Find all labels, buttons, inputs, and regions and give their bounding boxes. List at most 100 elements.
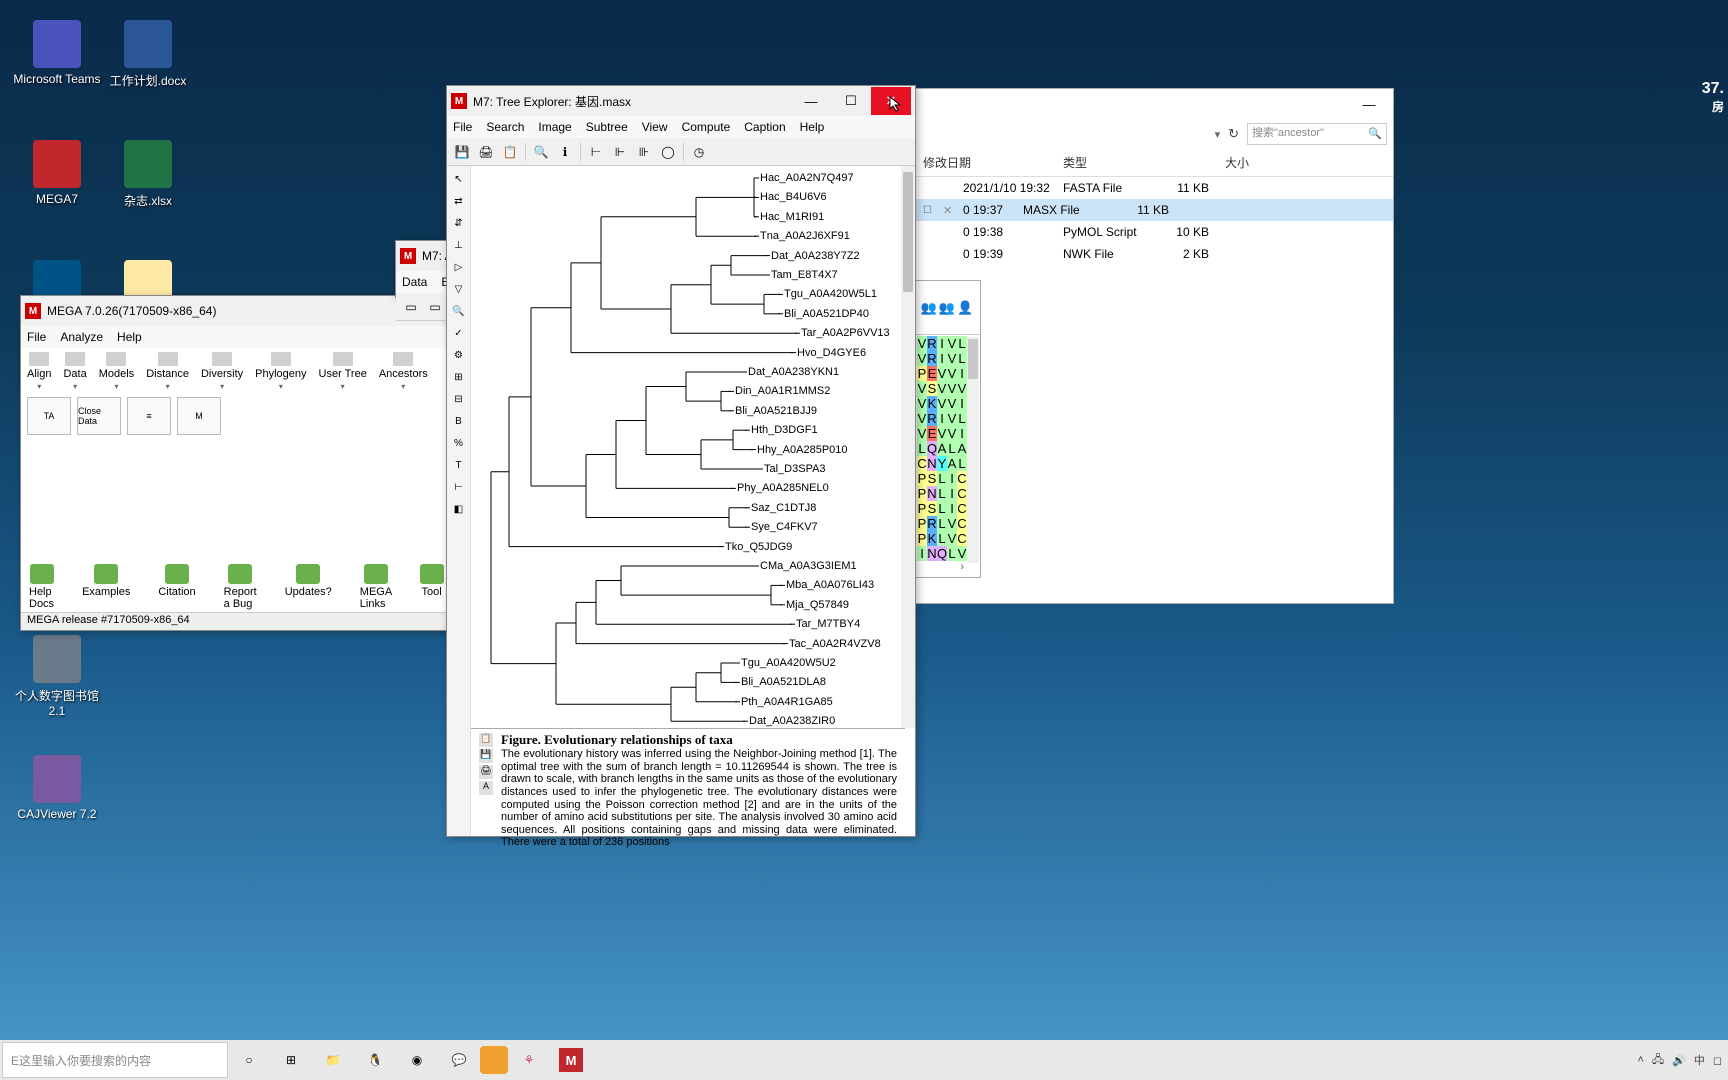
- taskview-icon[interactable]: ⊞: [270, 1040, 312, 1080]
- mega-link[interactable]: Citation: [158, 564, 195, 610]
- caption-copy-icon[interactable]: 📋: [479, 733, 493, 747]
- print-icon[interactable]: 🖨: [475, 141, 497, 163]
- tree-style-icon[interactable]: ⊩: [609, 141, 631, 163]
- minimize-button[interactable]: —: [791, 87, 831, 115]
- zoom-icon[interactable]: 🔍: [450, 302, 468, 320]
- flip-icon[interactable]: ⇵: [450, 214, 468, 232]
- menu-item[interactable]: Compute: [682, 120, 731, 134]
- mega-tool-data[interactable]: Data▾: [63, 352, 86, 391]
- mega-tool-phylogeny[interactable]: Phylogeny▾: [255, 352, 306, 391]
- app-icon[interactable]: ⚘: [508, 1040, 550, 1080]
- scroll-right-icon[interactable]: ›: [960, 560, 964, 575]
- mega-link[interactable]: MEGA Links: [360, 564, 392, 610]
- desktop-icon[interactable]: CAJViewer 7.2: [12, 755, 102, 821]
- fe-search-input[interactable]: 搜索"ancestor"🔍: [1247, 123, 1387, 145]
- mega-link[interactable]: Updates?: [285, 564, 332, 610]
- mega-tool-distance[interactable]: Distance▾: [146, 352, 189, 391]
- close-button[interactable]: ✕: [871, 87, 911, 115]
- file-row[interactable]: 0 19:39NWK File2 KB: [915, 243, 1393, 265]
- mega-tool-ancestors[interactable]: Ancestors▾: [379, 352, 428, 391]
- root-icon[interactable]: ⊥: [450, 236, 468, 254]
- mega-tool-align[interactable]: Align▾: [27, 352, 51, 391]
- menu-item[interactable]: Search: [486, 120, 524, 134]
- swap-icon[interactable]: ⇄: [450, 192, 468, 210]
- tree-vertical-toolbar[interactable]: ↖ ⇄ ⇵ ⊥ ▷ ▽ 🔍 ✓ ⚙ ⊞ ⊟ B % T ⊢ ◧: [447, 166, 471, 836]
- mega-main-window[interactable]: M MEGA 7.0.26(7170509-x86_64) FileAnalyz…: [20, 295, 450, 631]
- expand-icon[interactable]: ▽: [450, 280, 468, 298]
- tool-icon[interactable]: ▭: [400, 296, 422, 318]
- cortana-icon[interactable]: ○: [228, 1040, 270, 1080]
- menu-item[interactable]: Help: [800, 120, 825, 134]
- tree-explorer-window[interactable]: M M7: Tree Explorer: 基因.masx — ☐ ✕ FileS…: [446, 85, 916, 837]
- mega-bigbtn[interactable]: Close Data: [77, 397, 121, 435]
- mega-link[interactable]: Report a Bug: [224, 564, 257, 610]
- mark-icon[interactable]: ✓: [450, 324, 468, 342]
- menu-item[interactable]: Image: [538, 120, 571, 134]
- tree-style-icon[interactable]: ⊢: [585, 141, 607, 163]
- find-icon[interactable]: 🔍: [530, 141, 552, 163]
- clock-icon[interactable]: ◷: [688, 141, 710, 163]
- percent-icon[interactable]: %: [450, 434, 468, 452]
- desktop-icon[interactable]: 个人数字图书馆2.1: [12, 635, 102, 718]
- mega-bigbtn[interactable]: ≡: [127, 397, 171, 435]
- tree-style-icon[interactable]: ◯: [657, 141, 679, 163]
- tool-icon[interactable]: ◧: [450, 500, 468, 518]
- save-icon[interactable]: 💾: [451, 141, 473, 163]
- menu-item[interactable]: View: [642, 120, 668, 134]
- tree-style-icon[interactable]: ⊪: [633, 141, 655, 163]
- file-explorer-window[interactable]: — ▾ ↻ 搜索"ancestor"🔍 修改日期 类型 大小 2021/1/10…: [914, 88, 1394, 604]
- mega-menubar[interactable]: FileAnalyzeHelp: [21, 326, 449, 348]
- mega-link[interactable]: Examples: [82, 564, 130, 610]
- qq-icon[interactable]: 🐧: [354, 1040, 396, 1080]
- mega-link[interactable]: Help Docs: [29, 564, 54, 610]
- chrome-icon[interactable]: ◉: [396, 1040, 438, 1080]
- scale-icon[interactable]: ⊢: [450, 478, 468, 496]
- taskbar[interactable]: E这里输入你要搜索的内容 ○ ⊞ 📁 🐧 ◉ 💬 ⚘ M ˄ 🖧 🔊 中 ◻: [0, 1040, 1728, 1080]
- tool-icon[interactable]: ⚙: [450, 346, 468, 364]
- network-icon[interactable]: 🖧: [1652, 1051, 1664, 1070]
- pointer-icon[interactable]: ↖: [450, 170, 468, 188]
- desktop-icon[interactable]: 工作计划.docx: [103, 20, 193, 89]
- mega-tool-models[interactable]: Models▾: [99, 352, 134, 391]
- info-icon[interactable]: ℹ: [554, 141, 576, 163]
- desktop-icon[interactable]: MEGA7: [12, 140, 102, 206]
- refresh-icon[interactable]: ↻: [1228, 126, 1239, 142]
- caption-save-icon[interactable]: 💾: [479, 749, 493, 763]
- file-row[interactable]: 2021/1/10 19:32FASTA File11 KB: [915, 177, 1393, 199]
- mega-bigbtn[interactable]: M: [177, 397, 221, 435]
- caption-print-icon[interactable]: 🖨: [479, 765, 493, 779]
- menu-item[interactable]: Caption: [744, 120, 785, 134]
- ime-icon[interactable]: 中: [1694, 1052, 1705, 1068]
- file-row[interactable]: ☐✕0 19:37MASX File11 KB: [915, 199, 1393, 221]
- mega-tool-usertree[interactable]: User Tree▾: [319, 352, 367, 391]
- desktop-icon[interactable]: Microsoft Teams: [12, 20, 102, 86]
- fe-minimize-button[interactable]: —: [1349, 90, 1389, 118]
- mega-taskbar-icon[interactable]: M: [550, 1040, 592, 1080]
- collapse-icon[interactable]: ▷: [450, 258, 468, 276]
- mega-tool-diversity[interactable]: Diversity▾: [201, 352, 243, 391]
- fe-columns[interactable]: 修改日期 类型 大小: [915, 149, 1393, 177]
- tree-menubar[interactable]: File Search Image Subtree View Compute Caption…: [447, 116, 915, 138]
- mega-bigbtn[interactable]: TA: [27, 397, 71, 435]
- taskbar-search[interactable]: E这里输入你要搜索的内容: [2, 1042, 228, 1078]
- system-tray[interactable]: ˄ 🖧 🔊 中 ◻: [1631, 1051, 1728, 1070]
- mega-link[interactable]: Tool: [420, 564, 444, 610]
- align-scrollbar[interactable]: [967, 337, 979, 563]
- wechat-icon[interactable]: 💬: [438, 1040, 480, 1080]
- bootstrap-icon[interactable]: B: [450, 412, 468, 430]
- menu-item[interactable]: File: [453, 120, 472, 134]
- menu-data[interactable]: Data: [402, 275, 427, 289]
- tool-icon[interactable]: ▭: [424, 296, 446, 318]
- volume-icon[interactable]: 🔊: [1672, 1054, 1686, 1067]
- tray-chevron-icon[interactable]: ˄: [1637, 1054, 1643, 1066]
- tool-icon[interactable]: ⊞: [450, 368, 468, 386]
- tree-toolbar[interactable]: 💾 🖨 📋 🔍 ℹ ⊢ ⊩ ⊪ ◯ ◷: [447, 138, 915, 166]
- caption-font-icon[interactable]: A: [479, 781, 493, 795]
- menu-item[interactable]: Analyze: [60, 330, 103, 344]
- menu-item[interactable]: File: [27, 330, 46, 344]
- menu-item[interactable]: Subtree: [586, 120, 628, 134]
- desktop-icon[interactable]: 杂志.xlsx: [103, 140, 193, 209]
- app-icon[interactable]: [480, 1046, 508, 1074]
- copy-icon[interactable]: 📋: [499, 141, 521, 163]
- explorer-icon[interactable]: 📁: [312, 1040, 354, 1080]
